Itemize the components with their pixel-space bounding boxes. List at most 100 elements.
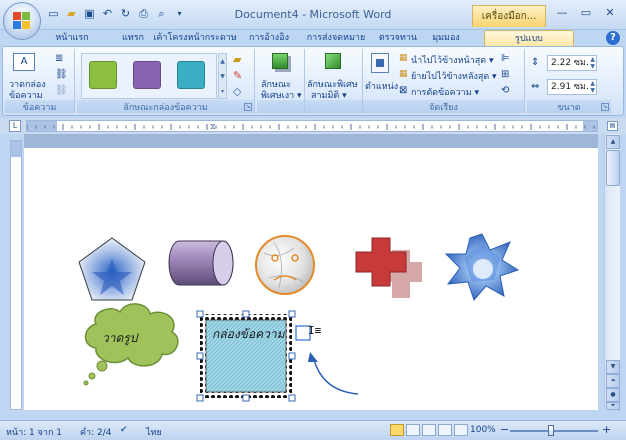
context-tab[interactable]: เครื่องมือก... (472, 5, 546, 27)
maximize-button[interactable]: ▭ (574, 4, 598, 21)
height-value: 2.22 ซม. (551, 58, 589, 68)
width-spinner[interactable]: 2.91 ซม. ▲ ▼ (547, 79, 597, 95)
full-screen-view[interactable] (406, 424, 420, 436)
office-button[interactable] (3, 2, 41, 40)
tab-insert[interactable]: แทรก (116, 30, 150, 46)
zoom-out-button[interactable]: − (500, 423, 509, 436)
zoom-level[interactable]: 100% (470, 425, 496, 435)
select-browse-icon[interactable]: ● (606, 388, 620, 402)
word-count[interactable]: คำ: 2/4 (80, 425, 111, 439)
bring-front-label[interactable]: นำไปไว้ข้างหน้าสุด ▾ (411, 53, 493, 67)
page-count[interactable]: หน้า: 1 จาก 1 (6, 425, 62, 439)
gallery-scroll[interactable]: ▲ ▼ ▾ (218, 53, 227, 99)
star-shape[interactable] (444, 233, 520, 301)
change-shape-icon[interactable]: ◇ (233, 85, 241, 98)
ribbon-tabs: หน้าแรก แทรก เค้าโครงหน้ากระดาษ การอ้างอ… (0, 28, 626, 46)
position-label[interactable]: ตำแหน่ง (365, 79, 398, 93)
tab-references[interactable]: การอ้างอิง (244, 30, 294, 46)
print-layout-view[interactable] (390, 424, 404, 436)
title-bar: ▭ ▰ ▣ ↶ ↻ ⎙ ⌕ ▾ Document4 - Microsoft Wo… (0, 0, 626, 40)
zoom-in-button[interactable]: + (602, 423, 611, 436)
tab-mailings[interactable]: การส่งจดหมาย (304, 30, 368, 46)
group-label-3d (305, 100, 362, 113)
group-label-size: ขนาด (527, 100, 611, 113)
ruler-toggle-icon[interactable]: ▤ (607, 121, 618, 131)
group-label-shadow (257, 100, 304, 113)
3d-effects-icon[interactable] (325, 53, 341, 69)
marble-circle-shape[interactable] (255, 235, 315, 295)
web-layout-view[interactable] (422, 424, 436, 436)
status-bar: หน้า: 1 จาก 1 คำ: 2/4 ✔ ไทย 100% − + (0, 420, 626, 440)
group-3d: ลักษณะพิเศษ สามมิติ ▾ (305, 49, 363, 113)
send-back-label[interactable]: ย้ายไปไว้ข้างหลังสุด ▾ (411, 69, 497, 83)
tab-page-layout[interactable]: เค้าโครงหน้ากระดาษ (150, 30, 240, 46)
outline-color-icon[interactable]: ✎ (233, 69, 242, 82)
group-shadow: ลักษณะ พิเศษเงา ▾ (257, 49, 305, 113)
close-button[interactable]: ✕ (598, 4, 622, 21)
group-arrange: ตำแหน่ง ▦ นำไปไว้ข้างหน้าสุด ▾ ▦ ย้ายไปไ… (363, 49, 525, 113)
minimize-button[interactable]: — (550, 4, 574, 21)
tab-home[interactable]: หน้าแรก (50, 30, 94, 46)
link-icon[interactable]: ⛓ (55, 69, 68, 80)
width-icon: ⇔ (531, 81, 540, 92)
scroll-up-button[interactable]: ▲ (606, 135, 620, 149)
vertical-ruler[interactable] (10, 140, 22, 410)
help-icon[interactable]: ? (606, 31, 620, 45)
horizontal-ruler[interactable]: ⧖ (26, 120, 598, 132)
group-size: ⇕ 2.22 ซม. ▲ ▼ ⇔ 2.91 ซม. ▲ ▼ ขนาด ↘ (527, 49, 611, 113)
scroll-down-button[interactable]: ▼ (606, 360, 620, 374)
shadow-effects-icon[interactable] (272, 53, 288, 69)
position-icon[interactable] (371, 53, 389, 73)
tab-selector[interactable]: L (9, 120, 21, 132)
size-launcher-icon[interactable]: ↘ (601, 103, 609, 111)
style-swatch-green[interactable] (89, 61, 117, 89)
office-logo-icon (13, 12, 31, 30)
fill-color-icon[interactable]: ▰ (233, 53, 241, 66)
style-swatch-purple[interactable] (133, 61, 161, 89)
ribbon: A วาดกล่อง ข้อความ ≣ ⛓ ⛓ ข้อความ ▲ ▼ ▾ ▰ ✎… (2, 46, 624, 116)
rotate-icon[interactable]: ⟲ (501, 85, 509, 96)
text-direction-icon[interactable]: ≣ (55, 53, 63, 64)
group-label-text: ข้อความ (5, 100, 74, 113)
style-swatch-teal[interactable] (177, 61, 205, 89)
tab-format[interactable]: รูปแบบ (484, 30, 574, 46)
zoom-slider[interactable] (510, 430, 598, 432)
tab-view[interactable]: มุมมอง (426, 30, 466, 46)
width-spin-arrows[interactable]: ▲ ▼ (590, 80, 595, 94)
break-link-icon[interactable]: ⛓ (55, 85, 68, 96)
next-page-button[interactable]: ⏷ (606, 402, 620, 410)
outline-view[interactable] (438, 424, 452, 436)
page-canvas: วาดรูป กล่องข้อความ I≡ (78, 233, 520, 402)
ruler-row: L ⧖ ▤ (0, 118, 626, 134)
page: วาดรูป กล่องข้อความ I≡ (24, 148, 598, 410)
vertical-scrollbar[interactable]: ▲ ▼ ⏶ ● ⏷ (604, 134, 620, 410)
bring-front-icon: ▦ (399, 53, 408, 63)
arrow-pointer (313, 359, 359, 395)
tab-review[interactable]: ตรวจทาน (378, 30, 418, 46)
height-icon: ⇕ (531, 57, 540, 68)
group-objects-icon[interactable]: ⊞ (501, 69, 509, 80)
zoom-slider-knob[interactable] (548, 425, 554, 436)
cross-shape[interactable] (355, 237, 422, 298)
language[interactable]: ไทย (146, 425, 162, 439)
wrap-label[interactable]: การตัดข้อความ ▾ (411, 85, 479, 99)
cloud-callout-text[interactable]: วาดรูป (102, 331, 140, 346)
proofing-icon[interactable]: ✔ (120, 425, 128, 435)
group-label-styles: ลักษณะกล่องข้อความ (77, 100, 254, 113)
width-value: 2.91 ซม. (551, 82, 589, 92)
document-area: วาดรูป กล่องข้อความ I≡ (24, 134, 598, 410)
cylinder-shape[interactable] (168, 240, 234, 286)
selected-textbox[interactable] (196, 310, 296, 402)
wrap-icon: ⊠ (399, 85, 408, 96)
textbox-text[interactable]: กล่องข้อความ (212, 327, 286, 341)
indent-marker-icon[interactable]: ⧖ (210, 121, 216, 131)
draft-view[interactable] (454, 424, 468, 436)
textbox-icon[interactable]: A (13, 53, 35, 71)
align-icon[interactable]: ⊫ (501, 53, 510, 64)
ruler-ticks (27, 124, 595, 130)
height-spin-arrows[interactable]: ▲ ▼ (590, 56, 595, 70)
styles-launcher-icon[interactable]: ↘ (244, 103, 252, 111)
prev-page-button[interactable]: ⏶ (606, 374, 620, 388)
scroll-thumb[interactable] (606, 150, 620, 186)
height-spinner[interactable]: 2.22 ซม. ▲ ▼ (547, 55, 597, 71)
